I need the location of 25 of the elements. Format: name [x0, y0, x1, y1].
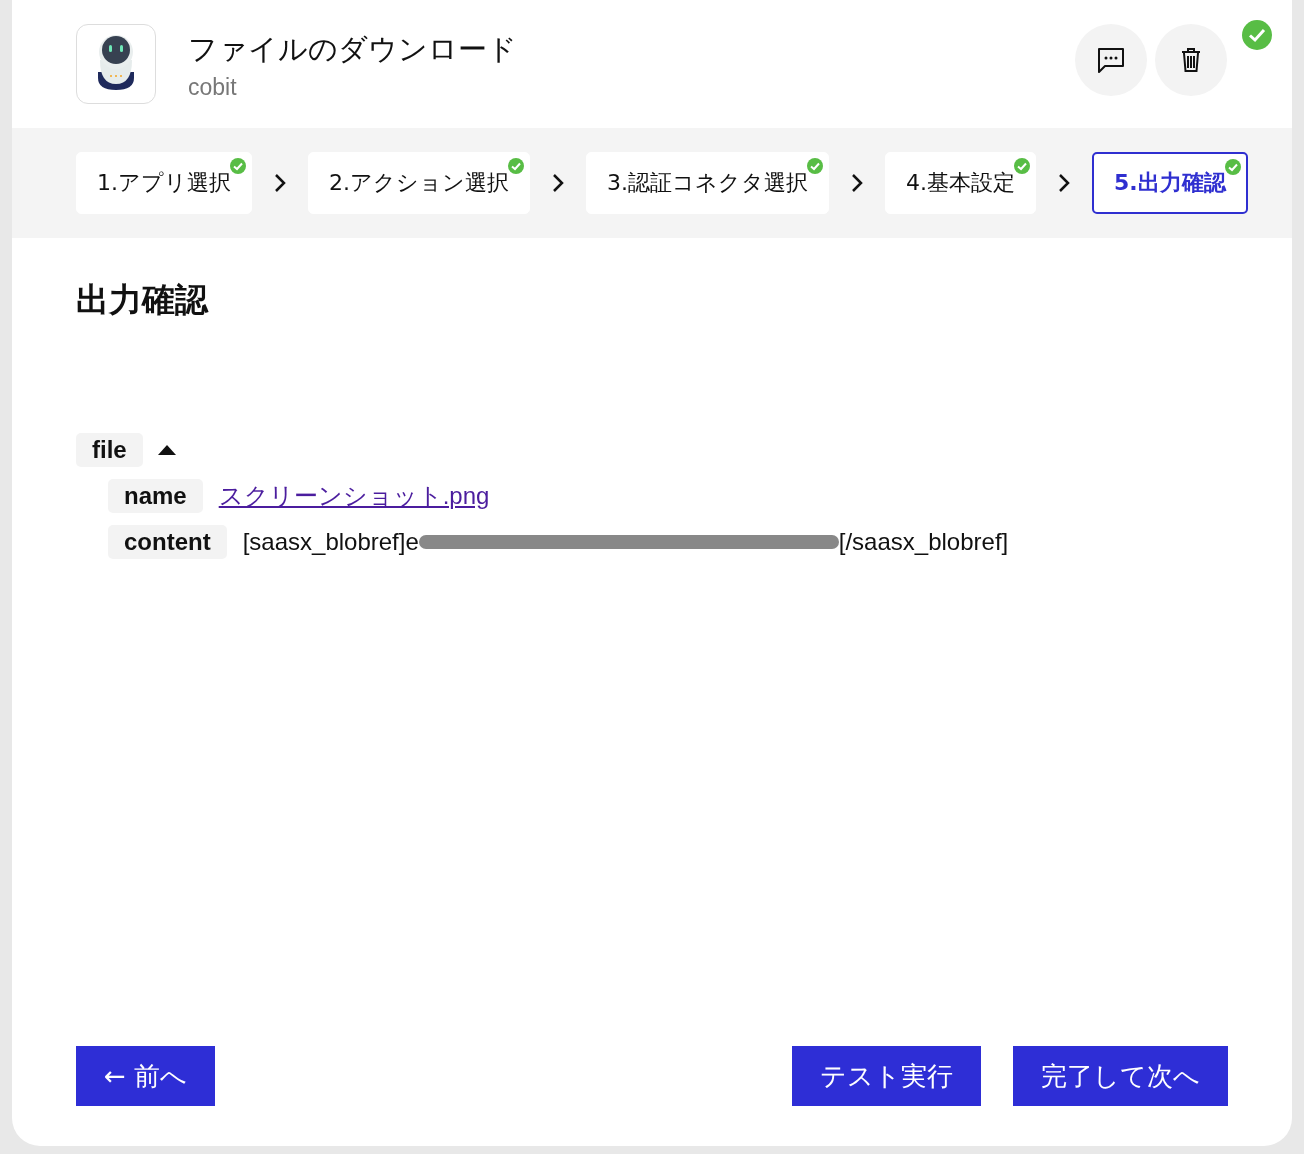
window-title: ファイルのダウンロード [188, 31, 517, 68]
step-tab[interactable]: 1.アプリ選択 [76, 152, 252, 214]
step-tab[interactable]: 3.認証コネクタ選択 [586, 152, 829, 214]
file-link[interactable]: スクリーンショット.png [218, 480, 490, 512]
back-button[interactable]: ← 前へ [76, 1046, 216, 1106]
trash-icon [1180, 47, 1202, 73]
step-tab[interactable]: 4.基本設定 [885, 152, 1036, 214]
next-button[interactable]: 完了して次へ [1013, 1046, 1228, 1106]
field-key: file [76, 433, 143, 467]
app-name: cobit [188, 74, 238, 101]
field-key: content [108, 525, 227, 559]
field-value: [saasx_blobref]e [242, 528, 419, 556]
comment-icon [1096, 46, 1126, 74]
chevron-icon [1058, 173, 1070, 193]
field-value: [/saasx_blobref] [838, 528, 1009, 556]
field-key: name [108, 479, 203, 513]
section-title: 出力確認 [76, 279, 210, 321]
test-run-button[interactable]: テスト実行 [792, 1046, 981, 1106]
step-tab[interactable]: 2.アクション選択 [308, 152, 530, 214]
chevron-icon [851, 173, 863, 193]
step-tab[interactable]: 5.出力確認 [1092, 152, 1248, 214]
chevron-icon [552, 173, 564, 193]
robot-icon [76, 24, 156, 104]
collapse-icon[interactable] [156, 444, 177, 456]
chevron-icon [274, 173, 286, 193]
